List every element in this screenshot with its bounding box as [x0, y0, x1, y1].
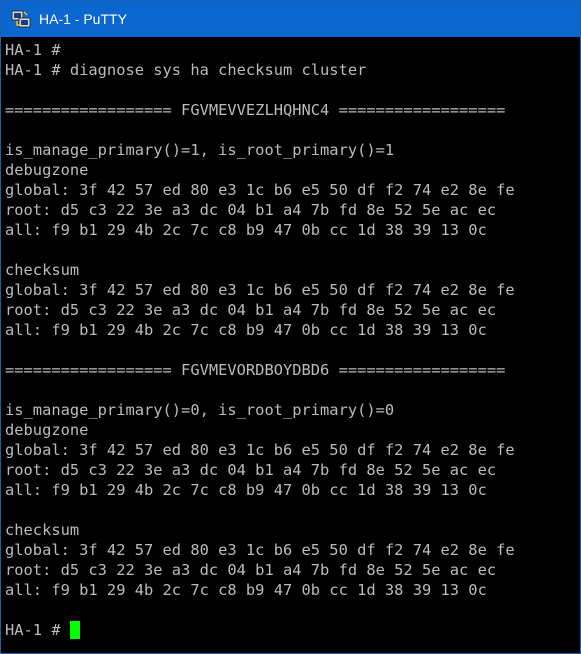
terminal-line: all: f9 b1 29 4b 2c 7c c8 b9 47 0b cc 1d… — [5, 321, 487, 339]
terminal-line: HA-1 # diagnose sys ha checksum cluster — [5, 61, 367, 79]
terminal-scrollbar[interactable] — [561, 37, 580, 653]
putty-window: HA-1 - PuTTY HA-1 # HA-1 # diagnose sys h… — [0, 0, 581, 654]
terminal-output[interactable]: HA-1 # HA-1 # diagnose sys ha checksum cl… — [1, 39, 561, 651]
terminal-line: is_manage_primary()=0, is_root_primary()… — [5, 401, 395, 419]
terminal-line: checksum — [5, 261, 80, 279]
terminal-line: debugzone — [5, 161, 89, 179]
terminal-line: is_manage_primary()=1, is_root_primary()… — [5, 141, 395, 159]
terminal-line: all: f9 b1 29 4b 2c 7c c8 b9 47 0b cc 1d… — [5, 581, 487, 599]
terminal-line: root: d5 c3 22 3e a3 dc 04 b1 a4 7b fd 8… — [5, 561, 497, 579]
terminal-line: all: f9 b1 29 4b 2c 7c c8 b9 47 0b cc 1d… — [5, 221, 487, 239]
terminal-prompt: HA-1 # — [5, 620, 80, 640]
terminal-line: ================== FGVMEVVEZLHQHNC4 ====… — [5, 101, 506, 119]
terminal-cursor — [69, 621, 80, 639]
title-bar[interactable]: HA-1 - PuTTY — [1, 1, 580, 37]
terminal-line: all: f9 b1 29 4b 2c 7c c8 b9 47 0b cc 1d… — [5, 481, 487, 499]
window-title: HA-1 - PuTTY — [39, 11, 127, 27]
terminal-line: root: d5 c3 22 3e a3 dc 04 b1 a4 7b fd 8… — [5, 301, 497, 319]
terminal-line: global: 3f 42 57 ed 80 e3 1c b6 e5 50 df… — [5, 181, 515, 199]
terminal-line: global: 3f 42 57 ed 80 e3 1c b6 e5 50 df… — [5, 281, 515, 299]
terminal-line: HA-1 # — [5, 41, 61, 59]
terminal-line: ================== FGVMEVORDBOYDBD6 ====… — [5, 361, 506, 379]
terminal-line: global: 3f 42 57 ed 80 e3 1c b6 e5 50 df… — [5, 541, 515, 559]
terminal-line: debugzone — [5, 421, 89, 439]
terminal-line: global: 3f 42 57 ed 80 e3 1c b6 e5 50 df… — [5, 441, 515, 459]
terminal-line: checksum — [5, 521, 80, 539]
terminal-line: root: d5 c3 22 3e a3 dc 04 b1 a4 7b fd 8… — [5, 461, 497, 479]
terminal-line: root: d5 c3 22 3e a3 dc 04 b1 a4 7b fd 8… — [5, 201, 497, 219]
putty-icon[interactable] — [11, 9, 31, 29]
prompt-text: HA-1 # — [5, 621, 70, 639]
